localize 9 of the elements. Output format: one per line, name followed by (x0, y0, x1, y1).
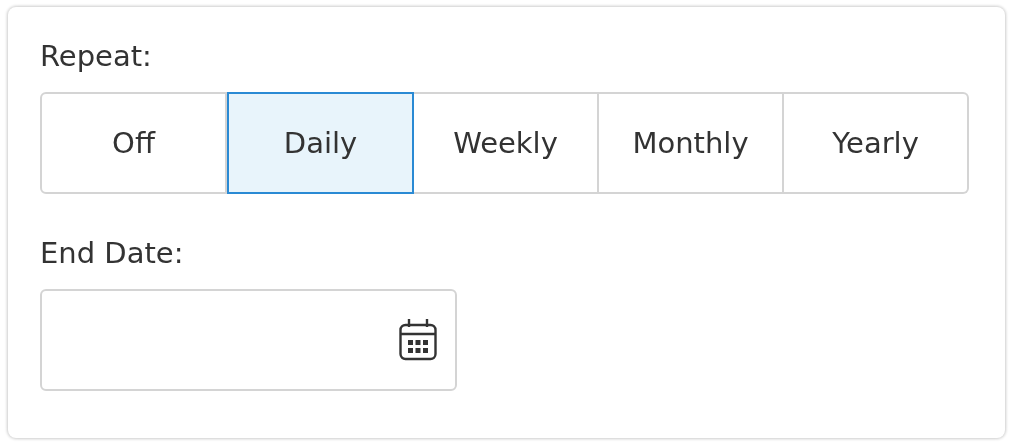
end-date-label: End Date: (40, 235, 185, 272)
calendar-icon[interactable] (399, 319, 437, 361)
repeat-option[interactable]: Off (40, 92, 227, 194)
repeat-label: Repeat: (40, 38, 153, 75)
date-input-field[interactable] (40, 289, 457, 391)
repeat-option[interactable]: Daily (227, 92, 414, 194)
repeat-option[interactable]: Monthly (599, 92, 784, 194)
repeat-option[interactable]: Yearly (784, 92, 969, 194)
repeat-option[interactable]: Weekly (414, 92, 599, 194)
